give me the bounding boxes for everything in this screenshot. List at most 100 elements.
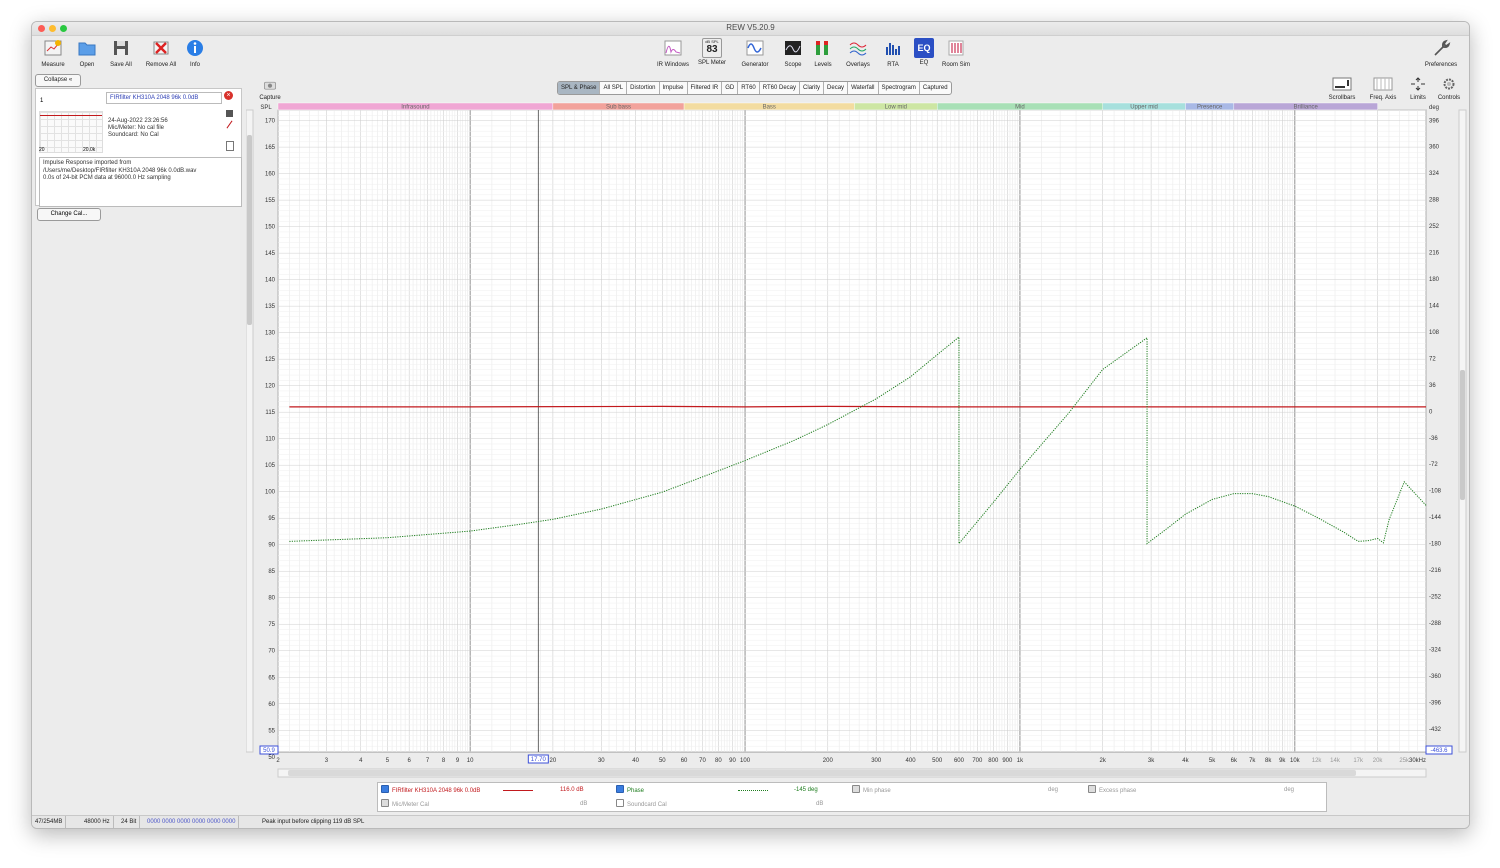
levels-button[interactable]: Levels — [812, 38, 834, 68]
y-left-tick-label: 170 — [265, 119, 276, 125]
measurement-name-field[interactable]: FIRfilter KH310A 2048 96k 0.0dB — [106, 92, 222, 104]
ir-windows-button[interactable]: IR Windows — [655, 38, 691, 68]
tab-gd[interactable]: GD — [722, 82, 739, 94]
room-sim-button[interactable]: Room Sim — [939, 38, 973, 68]
x-tick-label: 7k — [1249, 758, 1256, 764]
legend-excess-phase-checkbox[interactable] — [1088, 785, 1096, 793]
band-label: Sub bass — [606, 105, 631, 111]
legend-phase-checkbox[interactable] — [616, 785, 624, 793]
legend-soundcard-cal[interactable]: Soundcard Cal — [616, 799, 667, 810]
tab-filtered-ir[interactable]: Filtered IR — [688, 82, 723, 94]
generator-button[interactable]: Generator — [738, 38, 772, 68]
legend-mic-cal-checkbox[interactable] — [381, 799, 389, 807]
x-tick-label: 3k — [1148, 758, 1155, 764]
y-right-tick-label: 72 — [1429, 356, 1436, 362]
notes-icon[interactable] — [226, 141, 234, 151]
tab-spectrogram[interactable]: Spectrogram — [879, 82, 920, 94]
save-measurement-icon[interactable] — [226, 110, 233, 117]
legend-min-phase-checkbox[interactable] — [852, 785, 860, 793]
y-left-tick-label: 85 — [268, 569, 275, 575]
measure-button[interactable]: Measure — [38, 38, 68, 68]
y-right-tick-label: 360 — [1429, 145, 1440, 151]
eq-button[interactable]: EQ EQ — [913, 38, 935, 66]
y-right-tick-label: 0 — [1429, 409, 1433, 415]
legend-soundcard-cal-checkbox[interactable] — [616, 799, 624, 807]
x-tick-label: 17k — [1353, 758, 1364, 764]
limits-button[interactable]: Limits — [1406, 77, 1430, 101]
y-left-tick-label: 155 — [265, 198, 276, 204]
remove-all-label: Remove All — [145, 62, 177, 68]
tab-distortion[interactable]: Distortion — [627, 82, 660, 94]
bottom-scrollbar-thumb[interactable] — [288, 770, 1356, 776]
spl-phase-graph[interactable]: Infrasound Sub bass Bass Low mid Mid Upper mi… — [246, 100, 1468, 782]
tab-rt60[interactable]: RT60 — [738, 82, 760, 94]
save-icon — [114, 41, 128, 55]
change-cal-button[interactable]: Change Cal... — [37, 208, 101, 221]
spl-trace[interactable] — [289, 405, 1426, 408]
graph-tab-bar: SPL & Phase All SPL Distortion Impulse Filte… — [557, 81, 952, 95]
tab-decay[interactable]: Decay — [824, 82, 849, 94]
scope-button[interactable]: Scope — [782, 38, 804, 68]
tab-captured[interactable]: Captured — [920, 82, 951, 94]
info-icon — [187, 40, 203, 56]
legend-excess-phase[interactable]: Excess phase — [1088, 785, 1136, 796]
tab-clarity[interactable]: Clarity — [800, 82, 825, 94]
legend-measurement[interactable]: FIRfilter KH310A 2048 96k 0.0dB — [381, 785, 480, 796]
x-tick-label: 8 — [442, 758, 446, 764]
open-button[interactable]: Open — [74, 38, 100, 68]
y-right-tick-label: -72 — [1429, 462, 1438, 468]
remove-all-button[interactable]: Remove All — [142, 38, 180, 68]
right-scrollbar-thumb[interactable] — [1460, 370, 1465, 500]
legend-min-phase[interactable]: Min phase — [852, 785, 891, 796]
band-label: Upper mid — [1130, 105, 1158, 111]
y-right-tick-label: -324 — [1429, 647, 1442, 653]
info-label: Info — [189, 62, 200, 68]
tab-impulse[interactable]: Impulse — [660, 82, 688, 94]
thumbnail-trace — [40, 115, 102, 116]
y-left-tick-label: 60 — [268, 702, 275, 708]
x-tick-label: 14k — [1330, 758, 1341, 764]
legend-measurement-name: FIRfilter KH310A 2048 96k 0.0dB — [392, 788, 481, 794]
tab-all-spl[interactable]: All SPL — [600, 82, 628, 94]
memory-status: 47/254MB — [32, 816, 67, 828]
x-tick-label: 400 — [906, 758, 917, 764]
capture-button[interactable]: Capture — [256, 79, 284, 101]
legend-phase[interactable]: Phase — [616, 785, 644, 796]
right-limit-label: -463.6 — [1430, 748, 1448, 754]
left-scrollbar-thumb[interactable] — [247, 135, 252, 325]
preferences-button[interactable]: Preferences — [1421, 38, 1461, 68]
x-tick-label: 7 — [426, 758, 430, 764]
y-right-tick-label: 180 — [1429, 277, 1440, 283]
scrollbars-button[interactable]: Scrollbars — [1324, 77, 1360, 101]
freq-axis-button[interactable]: Freq. Axis — [1365, 77, 1401, 101]
x-tick-label: 800 — [988, 758, 999, 764]
info-button[interactable]: Info — [184, 38, 206, 68]
overlays-button[interactable]: Overlays — [842, 38, 874, 68]
measurement-card[interactable]: 1 FIRfilter KH310A 2048 96k 0.0dB × 20 2… — [35, 88, 242, 207]
x-tick-label: 500 — [932, 758, 943, 764]
legend-measurement-checkbox[interactable] — [381, 785, 389, 793]
measure-label: Measure — [41, 62, 65, 68]
measurement-notes[interactable]: Impulse Response imported from /Users/me… — [39, 157, 242, 207]
rta-button[interactable]: RTA — [882, 38, 904, 68]
levels-label: Levels — [814, 62, 832, 68]
x-tick-label: 4k — [1182, 758, 1189, 764]
tab-rt60-decay[interactable]: RT60 Decay — [760, 82, 801, 94]
tab-spl-phase[interactable]: SPL & Phase — [558, 82, 601, 94]
remove-measurement-icon[interactable]: × — [224, 91, 233, 100]
measurement-soundcard: Soundcard: No Cal — [108, 132, 159, 138]
spl-meter-label: SPL Meter — [697, 60, 727, 66]
y-right-tick-label: 288 — [1429, 198, 1440, 204]
controls-button[interactable]: Controls — [1434, 77, 1464, 101]
y-right-tick-label: -216 — [1429, 568, 1442, 574]
legend-mic-cal[interactable]: Mic/Meter Cal — [381, 799, 429, 810]
spl-meter-button[interactable]: dB SPL 83 SPL Meter — [696, 38, 728, 66]
band-label: Bass — [763, 105, 776, 111]
line-color-icon[interactable] — [226, 120, 233, 129]
chevron-left-icon: « — [68, 77, 73, 83]
y-left-tick-label: 115 — [265, 410, 275, 416]
save-all-button[interactable]: Save All — [107, 38, 135, 68]
legend-spl-value: 116.0 dB — [560, 787, 584, 793]
tab-waterfall[interactable]: Waterfall — [848, 82, 879, 94]
collapse-button[interactable]: Collapse « — [35, 74, 81, 87]
